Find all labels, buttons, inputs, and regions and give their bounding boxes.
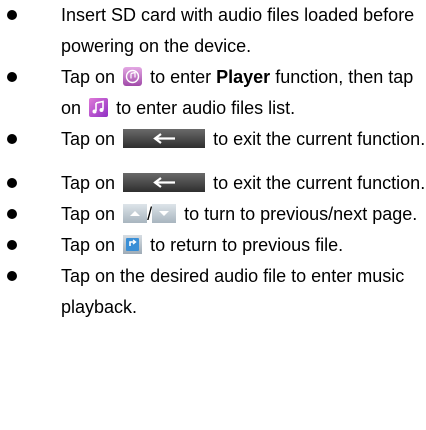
back-arrow-icon bbox=[123, 129, 206, 148]
instruction-text: to return to previous file. bbox=[150, 235, 344, 255]
player-label: Player bbox=[216, 67, 271, 87]
bullet-icon bbox=[7, 271, 17, 281]
list-item: Tap on the desired audio file to enter m… bbox=[0, 261, 426, 323]
list-item: Tap on to enter Player function, then ta… bbox=[0, 62, 426, 124]
music-note-icon bbox=[89, 98, 109, 117]
list-item: Tap on to exit the current function. bbox=[0, 124, 426, 155]
bullet-icon bbox=[7, 10, 17, 20]
bullet-icon bbox=[7, 134, 17, 144]
instruction-text: Tap on bbox=[61, 204, 116, 224]
return-icon bbox=[123, 235, 143, 254]
back-arrow-icon bbox=[123, 173, 206, 192]
list-item: Tap on to return to previous file. bbox=[0, 230, 426, 261]
instruction-text: to exit the current function. bbox=[213, 129, 426, 149]
list-item: Tap on to exit the current function. bbox=[0, 168, 426, 199]
instruction-text: Tap on bbox=[61, 129, 116, 149]
bullet-icon bbox=[7, 72, 17, 82]
instruction-text: Insert SD card with audio files loaded b… bbox=[61, 5, 415, 56]
instruction-list: Insert SD card with audio files loaded b… bbox=[0, 0, 426, 323]
instruction-text: Tap on bbox=[61, 235, 116, 255]
page-up-icon bbox=[123, 204, 148, 223]
music-disc-icon bbox=[123, 67, 143, 86]
bullet-icon bbox=[7, 178, 17, 188]
page-down-icon bbox=[152, 204, 177, 223]
instruction-text: to exit the current function. bbox=[213, 173, 426, 193]
instruction-text: Tap on the desired audio file to enter m… bbox=[61, 266, 405, 317]
instruction-text: Tap on bbox=[61, 67, 116, 87]
instruction-text: to turn to previous/next page. bbox=[184, 204, 418, 224]
bullet-icon bbox=[7, 209, 17, 219]
instruction-text: to enter bbox=[150, 67, 212, 87]
list-item: Insert SD card with audio files loaded b… bbox=[0, 0, 426, 62]
instruction-text: to enter audio files list. bbox=[116, 98, 296, 118]
instruction-text: Tap on bbox=[61, 173, 116, 193]
bullet-icon bbox=[7, 240, 17, 250]
list-item: Tap on / to turn to previous/next page. bbox=[0, 199, 426, 230]
